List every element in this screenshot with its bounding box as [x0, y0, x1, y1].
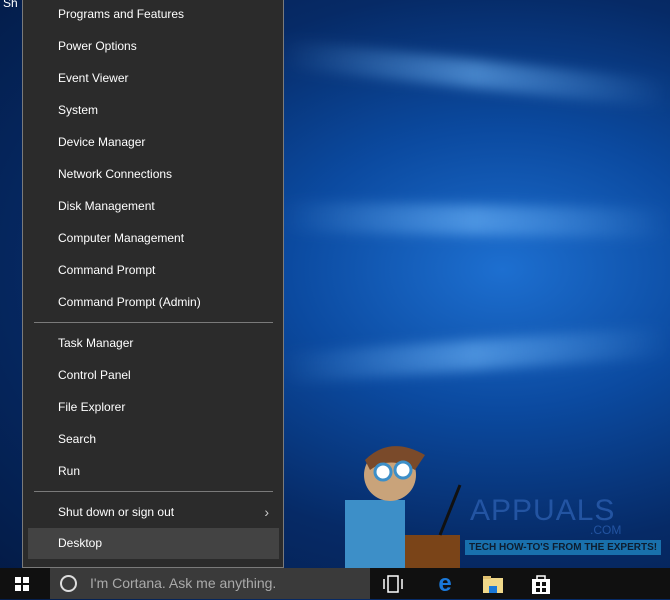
menu-item-control-panel[interactable]: Control Panel [28, 360, 279, 391]
menu-item-system[interactable]: System [28, 95, 279, 126]
store-icon[interactable] [530, 573, 552, 595]
menu-item-command-prompt-admin[interactable]: Command Prompt (Admin) [28, 287, 279, 318]
watermark-domain: .COM [590, 523, 622, 537]
cortana-search-box[interactable]: I'm Cortana. Ask me anything. [50, 568, 370, 599]
file-explorer-icon[interactable] [482, 573, 504, 595]
watermark-tagline: TECH HOW-TO'S FROM THE EXPERTS! [465, 540, 662, 555]
menu-separator [34, 491, 273, 492]
wallpaper-beam [279, 39, 670, 109]
menu-item-programs-and-features[interactable]: Programs and Features [28, 0, 279, 30]
menu-item-command-prompt[interactable]: Command Prompt [28, 255, 279, 286]
wallpaper-beam [279, 326, 670, 384]
menu-item-desktop[interactable]: Desktop [28, 528, 279, 559]
wallpaper-beam [279, 201, 670, 239]
menu-item-device-manager[interactable]: Device Manager [28, 127, 279, 158]
menu-item-event-viewer[interactable]: Event Viewer [28, 63, 279, 94]
menu-item-file-explorer[interactable]: File Explorer [28, 392, 279, 423]
menu-item-shut-down[interactable]: Shut down or sign out › [28, 497, 279, 528]
watermark-mascot [345, 446, 462, 568]
desktop-icon-label[interactable]: Sh [3, 0, 18, 10]
windows-start-icon[interactable] [15, 577, 29, 591]
menu-item-network-connections[interactable]: Network Connections [28, 159, 279, 190]
menu-item-computer-management[interactable]: Computer Management [28, 223, 279, 254]
menu-item-run[interactable]: Run [28, 456, 279, 487]
taskbar: I'm Cortana. Ask me anything. e [0, 568, 670, 599]
menu-separator [34, 322, 273, 323]
cortana-icon [60, 575, 77, 592]
menu-item-search[interactable]: Search [28, 424, 279, 455]
menu-item-power-options[interactable]: Power Options [28, 31, 279, 62]
power-user-menu: Programs and Features Power Options Even… [22, 0, 284, 568]
menu-item-task-manager[interactable]: Task Manager [28, 328, 279, 359]
edge-browser-icon[interactable]: e [434, 572, 456, 596]
chevron-right-icon: › [264, 504, 269, 520]
menu-item-disk-management[interactable]: Disk Management [28, 191, 279, 222]
search-placeholder: I'm Cortana. Ask me anything. [90, 575, 277, 591]
task-view-icon[interactable] [382, 573, 404, 595]
menu-item-label: Shut down or sign out [58, 505, 175, 519]
